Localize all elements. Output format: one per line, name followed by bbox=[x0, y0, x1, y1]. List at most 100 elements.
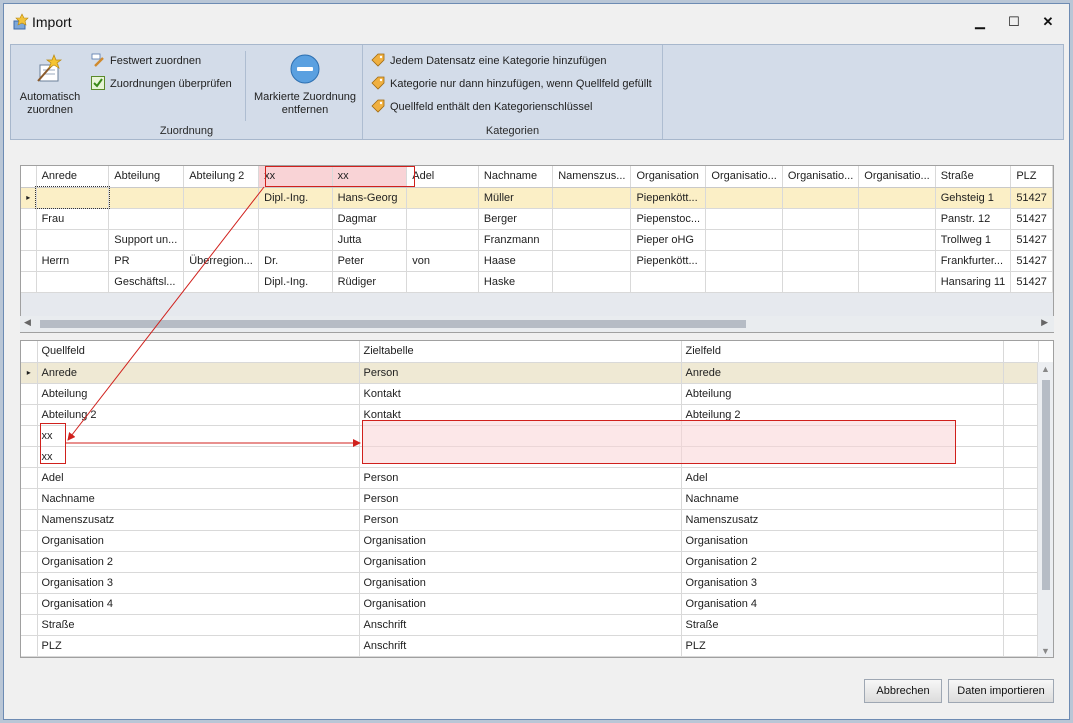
mapping-grid[interactable]: Quellfeld Zieltabelle Zielfeld ▸ Anrede Pers… bbox=[20, 340, 1054, 658]
table-cell[interactable]: Organisation bbox=[359, 593, 682, 615]
scroll-up-icon[interactable]: ▲ bbox=[1041, 364, 1050, 374]
table-cell[interactable]: Nachname bbox=[681, 488, 1004, 510]
table-cell[interactable] bbox=[858, 271, 936, 293]
table-cell[interactable]: Straße bbox=[37, 614, 360, 636]
table-cell[interactable]: Müller bbox=[478, 187, 554, 209]
auto-assign-button[interactable]: Automatisch zuordnen bbox=[15, 53, 85, 117]
column-header[interactable]: Nachname bbox=[478, 166, 554, 188]
table-cell[interactable]: 51427 bbox=[1010, 250, 1053, 272]
table-cell[interactable]: Nachname bbox=[37, 488, 360, 510]
table-cell[interactable]: Herrn bbox=[36, 250, 110, 272]
table-cell[interactable]: Adel bbox=[681, 467, 1004, 489]
table-cell[interactable]: Person bbox=[359, 509, 682, 531]
table-cell[interactable]: Frau bbox=[36, 208, 110, 230]
table-cell[interactable]: Kontakt bbox=[359, 383, 682, 405]
table-cell[interactable] bbox=[782, 208, 860, 230]
table-cell[interactable]: Organisation 2 bbox=[681, 551, 1004, 573]
table-cell[interactable]: Organisation 3 bbox=[681, 572, 1004, 594]
horizontal-scrollbar[interactable]: ◀ ▶ bbox=[20, 316, 1054, 332]
table-cell[interactable]: Organisation 4 bbox=[681, 593, 1004, 615]
close-button[interactable]: ✕ bbox=[1034, 14, 1062, 32]
table-cell[interactable] bbox=[258, 208, 333, 230]
column-header[interactable]: Organisatio... bbox=[782, 166, 860, 188]
table-cell[interactable]: Adel bbox=[37, 467, 360, 489]
table-cell[interactable]: xx bbox=[37, 446, 360, 468]
table-cell[interactable]: Piepenstoc... bbox=[630, 208, 707, 230]
column-header[interactable]: PLZ bbox=[1010, 166, 1053, 188]
table-row[interactable]: Geschäftsl... Dipl.-Ing. Rüdiger Haske Hansa… bbox=[21, 271, 1053, 293]
table-cell[interactable]: Hans-Georg bbox=[332, 187, 408, 209]
table-cell[interactable]: Jutta bbox=[332, 229, 408, 251]
table-cell[interactable] bbox=[705, 229, 783, 251]
vertical-scrollbar[interactable]: ▲ ▼ bbox=[1037, 362, 1053, 657]
column-header[interactable]: Organisation bbox=[630, 166, 707, 188]
table-row[interactable]: Nachname Person Nachname bbox=[21, 488, 1039, 510]
check-assignments-button[interactable]: Zuordnungen überprüfen bbox=[91, 75, 232, 93]
table-cell[interactable]: Pieper oHG bbox=[630, 229, 707, 251]
table-cell[interactable]: PLZ bbox=[681, 635, 1004, 657]
table-cell[interactable] bbox=[705, 250, 783, 272]
minimize-button[interactable]: ▁ bbox=[966, 14, 994, 32]
table-cell[interactable]: Organisation bbox=[359, 551, 682, 573]
column-header[interactable]: Namenszus... bbox=[552, 166, 632, 188]
column-header[interactable]: Quellfeld bbox=[37, 341, 360, 363]
table-cell[interactable]: PR bbox=[108, 250, 185, 272]
import-data-button[interactable]: Daten importieren bbox=[948, 679, 1054, 703]
table-cell[interactable] bbox=[406, 229, 479, 251]
table-cell[interactable]: Frankfurter... bbox=[935, 250, 1012, 272]
table-cell[interactable] bbox=[183, 208, 260, 230]
table-cell[interactable] bbox=[183, 187, 260, 209]
table-cell[interactable]: 51427 bbox=[1010, 187, 1053, 209]
table-cell[interactable]: Gehsteig 1 bbox=[935, 187, 1012, 209]
table-cell[interactable]: Straße bbox=[681, 614, 1004, 636]
table-cell[interactable] bbox=[858, 229, 936, 251]
table-cell[interactable]: 51427 bbox=[1010, 229, 1053, 251]
table-cell[interactable] bbox=[406, 271, 479, 293]
table-cell[interactable]: Dagmar bbox=[332, 208, 408, 230]
table-cell[interactable] bbox=[858, 208, 936, 230]
column-header[interactable]: Anrede bbox=[36, 166, 110, 188]
table-cell[interactable] bbox=[705, 208, 783, 230]
table-row[interactable]: Adel Person Adel bbox=[21, 467, 1039, 489]
remove-assignment-button[interactable]: Markierte Zuordnung entfernen bbox=[251, 53, 359, 117]
table-cell[interactable]: Franzmann bbox=[478, 229, 554, 251]
table-cell[interactable] bbox=[705, 187, 783, 209]
table-cell[interactable]: Organisation 4 bbox=[37, 593, 360, 615]
table-row[interactable]: Herrn PR Überregion... Dr. Peter von Haase Piep… bbox=[21, 250, 1053, 272]
table-cell[interactable]: Organisation bbox=[681, 530, 1004, 552]
table-cell[interactable]: Geschäftsl... bbox=[108, 271, 185, 293]
table-cell[interactable] bbox=[406, 208, 479, 230]
table-cell[interactable]: Organisation bbox=[359, 572, 682, 594]
scroll-down-icon[interactable]: ▼ bbox=[1041, 646, 1050, 656]
table-cell[interactable]: Organisation 3 bbox=[37, 572, 360, 594]
table-cell[interactable]: Anschrift bbox=[359, 635, 682, 657]
table-cell[interactable]: Dipl.-Ing. bbox=[258, 187, 333, 209]
table-cell[interactable]: Person bbox=[359, 362, 682, 384]
category-every-record-button[interactable]: Jedem Datensatz eine Kategorie hinzufüge… bbox=[371, 52, 606, 70]
column-header[interactable]: Organisatio... bbox=[858, 166, 936, 188]
category-key-button[interactable]: Quellfeld enthält den Kategorienschlüsse… bbox=[371, 98, 592, 116]
table-cell[interactable]: Abteilung bbox=[37, 383, 360, 405]
category-if-filled-button[interactable]: Kategorie nur dann hinzufügen, wenn Quel… bbox=[371, 75, 652, 93]
table-cell[interactable]: Person bbox=[359, 467, 682, 489]
table-cell[interactable] bbox=[705, 271, 783, 293]
column-header[interactable]: Zieltabelle bbox=[359, 341, 682, 363]
column-header[interactable]: Organisatio... bbox=[705, 166, 783, 188]
table-cell[interactable] bbox=[552, 271, 632, 293]
table-row[interactable]: Organisation Organisation Organisation bbox=[21, 530, 1039, 552]
table-cell[interactable]: Trollweg 1 bbox=[935, 229, 1012, 251]
table-cell[interactable]: Organisation bbox=[37, 530, 360, 552]
table-row[interactable]: Organisation 4 Organisation Organisation 4 bbox=[21, 593, 1039, 615]
maximize-button[interactable]: ☐ bbox=[1000, 14, 1028, 32]
table-cell[interactable] bbox=[108, 187, 185, 209]
table-cell[interactable] bbox=[183, 229, 260, 251]
table-cell[interactable] bbox=[552, 187, 632, 209]
table-cell[interactable]: Überregion... bbox=[183, 250, 260, 272]
table-row[interactable]: PLZ Anschrift PLZ bbox=[21, 635, 1039, 657]
table-cell[interactable]: Person bbox=[359, 488, 682, 510]
scroll-left-icon[interactable]: ◀ bbox=[24, 317, 31, 328]
table-cell[interactable]: Anrede bbox=[37, 362, 360, 384]
table-cell[interactable]: Panstr. 12 bbox=[935, 208, 1012, 230]
table-cell[interactable]: Haske bbox=[478, 271, 554, 293]
table-cell[interactable]: 51427 bbox=[1010, 271, 1053, 293]
